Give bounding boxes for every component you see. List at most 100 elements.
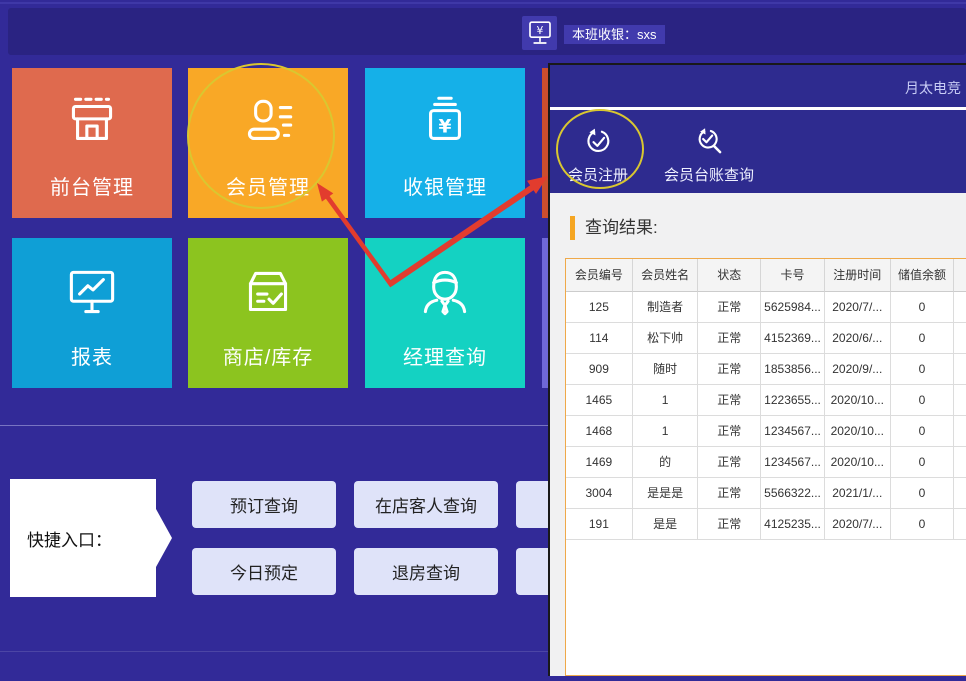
table-cell: 随时 — [633, 354, 699, 385]
tile-label: 前台管理 — [12, 171, 172, 200]
tile-manager-query[interactable]: 经理查询 — [365, 238, 525, 388]
table-cell: 2021/1/... — [825, 478, 891, 509]
table-cell: 正常 — [698, 323, 761, 354]
table-row[interactable]: 14681正常1234567...2020/10...0 — [566, 416, 966, 447]
quick-button-inhouse-guest-query[interactable]: 在店客人查询 — [354, 481, 498, 528]
table-cell: 909 — [566, 354, 633, 385]
toolbar-member-ledger-query[interactable]: 会员台账查询 — [646, 128, 772, 185]
table-cell: 4152369... — [761, 323, 825, 354]
table-cell — [954, 385, 966, 416]
table-cell: 2020/10... — [825, 416, 891, 447]
tile-label: 经理查询 — [365, 341, 525, 370]
table-cell — [954, 323, 966, 354]
table-cell: 3004 — [566, 478, 633, 509]
quick-access-label-box: 快捷入口： — [10, 479, 156, 597]
column-header[interactable]: 储值余额 — [891, 259, 955, 292]
tile-label: 商店/库存 — [188, 341, 348, 370]
svg-text:¥: ¥ — [439, 116, 452, 137]
table-row[interactable]: 125制造者正常5625984...2020/7/...0 — [566, 292, 966, 323]
tile-cashier-management[interactable]: ¥ 收银管理 — [365, 68, 525, 218]
table-cell: 0 — [891, 323, 955, 354]
table-cell — [954, 478, 966, 509]
table-row[interactable]: 909随时正常1853856...2020/9/...0 — [566, 354, 966, 385]
toolbar-item-label: 会员台账查询 — [646, 164, 772, 185]
member-window-titlebar: 月太电竞 — [550, 65, 966, 107]
table-cell: 松下帅 — [633, 323, 699, 354]
table-cell: 2020/7/... — [825, 509, 891, 540]
member-window: 月太电竞 会员注册 会员台账查询 查询结果: 会员编号会员姓名状态卡号注册时间储… — [548, 63, 966, 676]
table-cell: 2020/9/... — [825, 354, 891, 385]
tile-label: 报表 — [12, 341, 172, 370]
table-cell: 0 — [891, 447, 955, 478]
section-divider — [0, 425, 548, 426]
quick-button-checkout-query[interactable]: 退房查询 — [354, 548, 498, 595]
table-cell — [954, 509, 966, 540]
table-cell: 1234567... — [761, 447, 825, 478]
toolbar-member-register[interactable]: 会员注册 — [558, 128, 638, 185]
member-results-table: 会员编号会员姓名状态卡号注册时间储值余额 125制造者正常5625984...2… — [565, 258, 966, 676]
table-cell: 1234567... — [761, 416, 825, 447]
table-cell: 1468 — [566, 416, 633, 447]
quick-access-arrow — [156, 509, 172, 567]
tile-store-inventory[interactable]: 商店/库存 — [188, 238, 348, 388]
member-toolbar: 会员注册 会员台账查询 — [550, 110, 966, 193]
tile-member-management[interactable]: 会员管理 — [188, 68, 348, 218]
table-cell: 191 — [566, 509, 633, 540]
quick-access-label: 快捷入口： — [10, 526, 112, 551]
table-cell: 2020/6/... — [825, 323, 891, 354]
table-cell: 2020/10... — [825, 447, 891, 478]
table-cell — [954, 292, 966, 323]
table-row[interactable]: 1469的正常1234567...2020/10...0 — [566, 447, 966, 478]
quick-button-today-booking[interactable]: 今日预定 — [192, 548, 336, 595]
tile-reports[interactable]: 报表 — [12, 238, 172, 388]
column-header[interactable]: 会员编号 — [566, 259, 633, 292]
table-row[interactable]: 14651正常1223655...2020/10...0 — [566, 385, 966, 416]
table-cell: 5566322... — [761, 478, 825, 509]
bottom-divider — [0, 651, 548, 652]
table-cell: 2020/7/... — [825, 292, 891, 323]
query-results-title: 查询结果: — [585, 216, 658, 240]
table-row[interactable]: 3004是是是正常5566322...2021/1/...0 — [566, 478, 966, 509]
table-header-row: 会员编号会员姓名状态卡号注册时间储值余额 — [566, 259, 966, 292]
toolbar-item-label: 会员注册 — [558, 164, 638, 185]
table-cell: 0 — [891, 478, 955, 509]
table-cell: 正常 — [698, 292, 761, 323]
table-cell: 是是 — [633, 509, 699, 540]
ledger-search-icon — [696, 128, 723, 155]
table-cell: 是是是 — [633, 478, 699, 509]
table-cell: 0 — [891, 292, 955, 323]
storefront-icon — [12, 90, 172, 156]
tile-label: 收银管理 — [365, 171, 525, 200]
table-row[interactable]: 114松下帅正常4152369...2020/6/...0 — [566, 323, 966, 354]
table-cell: 制造者 — [633, 292, 699, 323]
table-cell: 1465 — [566, 385, 633, 416]
table-cell: 1853856... — [761, 354, 825, 385]
table-cell: 125 — [566, 292, 633, 323]
column-header[interactable]: 会员姓名 — [633, 259, 699, 292]
member-card-icon — [188, 90, 348, 156]
table-cell: 2020/10... — [825, 385, 891, 416]
window-top-edge — [0, 2, 966, 4]
quick-button-booking-query[interactable]: 预订查询 — [192, 481, 336, 528]
window-title: 月太电竞 — [905, 78, 961, 98]
cash-monitor-icon: ¥ — [522, 16, 557, 50]
inventory-box-icon — [188, 260, 348, 326]
column-header[interactable]: 卡号 — [761, 259, 825, 292]
table-cell: 正常 — [698, 478, 761, 509]
column-header[interactable]: 注册时间 — [825, 259, 891, 292]
table-cell: 正常 — [698, 509, 761, 540]
register-refresh-check-icon — [585, 128, 612, 155]
column-header[interactable]: 状态 — [698, 259, 761, 292]
table-row[interactable]: 191是是正常4125235...2020/7/...0 — [566, 509, 966, 540]
table-cell: 正常 — [698, 385, 761, 416]
section-accent-bar — [570, 216, 575, 240]
table-cell: 正常 — [698, 416, 761, 447]
cashbox-icon: ¥ — [365, 90, 525, 156]
table-cell: 0 — [891, 416, 955, 447]
manager-icon — [365, 260, 525, 326]
table-cell: 1223655... — [761, 385, 825, 416]
table-cell: 4125235... — [761, 509, 825, 540]
table-cell: 的 — [633, 447, 699, 478]
tile-front-desk[interactable]: 前台管理 — [12, 68, 172, 218]
column-header[interactable] — [954, 259, 966, 292]
